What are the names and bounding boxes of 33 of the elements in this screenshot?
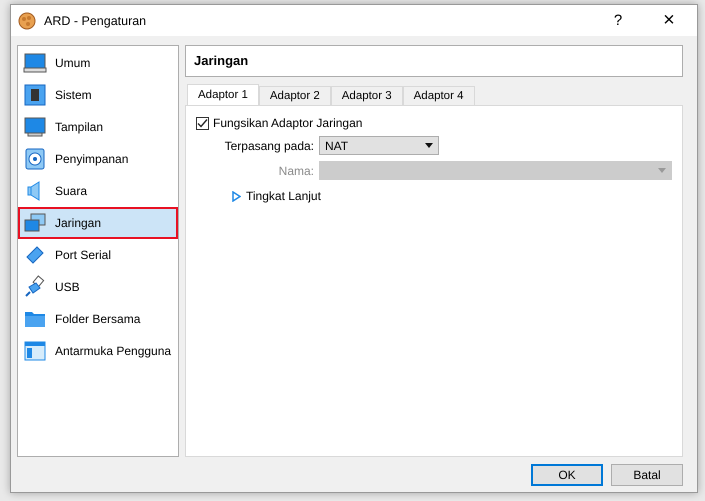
close-button[interactable]: × [641, 5, 697, 36]
sidebar-item[interactable]: Folder Bersama [18, 303, 178, 335]
sidebar-item[interactable]: Sistem [18, 79, 178, 111]
sidebar-item[interactable]: Antarmuka Pengguna [18, 335, 178, 367]
tab[interactable]: Adaptor 3 [330, 86, 403, 105]
sidebar-item[interactable]: Tampilan [18, 111, 178, 143]
help-button[interactable]: ? [595, 5, 641, 36]
sidebar-item[interactable]: Port Serial [18, 239, 178, 271]
window-icon [23, 339, 47, 363]
chip-icon [23, 83, 47, 107]
tab[interactable]: Adaptor 2 [258, 86, 331, 105]
cancel-button[interactable]: Batal [611, 464, 683, 486]
app-logo-icon [18, 12, 36, 30]
monitor-icon [23, 115, 47, 139]
expand-arrow-icon[interactable] [232, 190, 241, 202]
checkbox-label: Fungsikan Adaptor Jaringan [213, 116, 362, 130]
page-title: Jaringan [185, 45, 683, 77]
tab[interactable]: Adaptor 4 [402, 86, 474, 105]
monitor-icon [23, 51, 47, 75]
dropdown[interactable]: NAT [319, 136, 439, 155]
sidebar-item[interactable]: USB [18, 271, 178, 303]
sidebar-item[interactable]: Jaringan [18, 207, 178, 239]
field-label: Terpasang pada: [224, 138, 314, 152]
usb-icon [23, 275, 47, 299]
expander-label[interactable]: Tingkat Lanjut [246, 189, 321, 203]
window-title: ARD - Pengaturan [44, 14, 146, 28]
field-label: Nama: [278, 164, 314, 178]
tab[interactable]: Adaptor 1 [187, 84, 259, 105]
sidebar-item[interactable]: Penyimpanan [18, 143, 178, 175]
sidebar-item[interactable]: Suara [18, 175, 178, 207]
ok-button[interactable]: OK [531, 464, 603, 486]
sidebar-item[interactable]: Umum [18, 47, 178, 79]
checkbox[interactable] [196, 116, 209, 130]
